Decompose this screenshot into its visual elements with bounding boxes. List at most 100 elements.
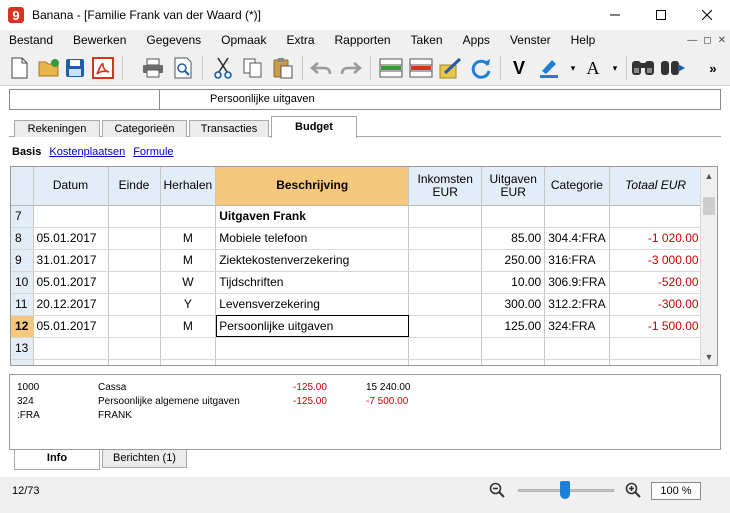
tab-transacties[interactable]: Transacties <box>189 120 269 137</box>
cell-categorie[interactable]: 316:FRA <box>544 249 610 272</box>
cell-inkomsten[interactable] <box>408 271 483 294</box>
cell-totaal[interactable] <box>609 205 703 228</box>
scroll-up-icon[interactable]: ▲ <box>701 167 717 184</box>
cell-inkomsten[interactable] <box>408 227 483 250</box>
refresh-icon[interactable] <box>468 55 494 81</box>
menu-rapporten[interactable]: Rapporten <box>325 30 401 50</box>
new-file-icon[interactable] <box>6 55 32 81</box>
cell-uitgaven[interactable]: 125.00 <box>481 315 546 338</box>
cell-uitgaven[interactable] <box>481 205 546 228</box>
cell-categorie[interactable]: 324:FRA <box>544 315 610 338</box>
cell-beschrijving[interactable] <box>215 337 410 360</box>
cell-totaal[interactable] <box>609 359 703 365</box>
cell-inkomsten[interactable] <box>408 293 483 316</box>
cell-beschrijving[interactable]: F... <box>215 359 410 365</box>
cell-categorie[interactable] <box>544 337 610 360</box>
menu-venster[interactable]: Venster <box>500 30 561 50</box>
maximize-button[interactable] <box>638 0 684 30</box>
print-icon[interactable] <box>140 55 166 81</box>
tab-info[interactable]: Info <box>14 450 100 470</box>
menu-opmaak[interactable]: Opmaak <box>211 30 276 50</box>
cell-datum[interactable] <box>33 359 109 365</box>
header-uitgaven[interactable]: Uitgaven EUR <box>481 167 546 206</box>
table-row[interactable]: 11 20.12.2017 Y Levensverzekering 300.00 312.… <box>11 293 703 316</box>
cell-totaal[interactable]: -1 500.00 <box>609 315 703 338</box>
close-button[interactable] <box>684 0 730 30</box>
menu-bewerken[interactable]: Bewerken <box>63 30 136 50</box>
cell-uitgaven[interactable] <box>481 359 546 365</box>
cell-value-field[interactable]: Persoonlijke uitgaven <box>210 93 315 105</box>
redo-icon[interactable] <box>338 55 364 81</box>
cell-uitgaven[interactable]: 85.00 <box>481 227 546 250</box>
tab-budget[interactable]: Budget <box>271 116 357 138</box>
table-row[interactable]: 10 05.01.2017 W Tijdschriften 10.00 306.9:FRA… <box>11 271 703 294</box>
replace-icon[interactable] <box>660 55 686 81</box>
cell-beschrijving[interactable]: Levensverzekering <box>215 293 410 316</box>
cell-totaal[interactable]: -3 000.00 <box>609 249 703 272</box>
cell-beschrijving[interactable]: Ziektekostenverzekering <box>215 249 410 272</box>
vertical-scrollbar[interactable]: ▲ ▼ <box>700 167 717 365</box>
cell-herhalen[interactable] <box>160 205 217 228</box>
menu-apps[interactable]: Apps <box>453 30 500 50</box>
delete-row-icon[interactable] <box>408 55 434 81</box>
header-datum[interactable]: Datum <box>33 167 109 206</box>
view-kostenplaatsen[interactable]: Kostenplaatsen <box>49 146 125 158</box>
cell-datum[interactable]: 20.12.2017 <box>33 293 109 316</box>
table-row[interactable]: 12 05.01.2017 M Persoonlijke uitgaven 125.00… <box>11 315 703 338</box>
doc-minimize-icon[interactable]: — <box>687 35 697 46</box>
zoom-in-icon[interactable] <box>624 481 642 499</box>
view-formule[interactable]: Formule <box>133 146 173 158</box>
bold-icon[interactable]: V <box>506 55 532 81</box>
menu-gegevens[interactable]: Gegevens <box>136 30 211 50</box>
cell-datum[interactable]: 05.01.2017 <box>33 271 109 294</box>
insert-row-icon[interactable] <box>378 55 404 81</box>
pdf-icon[interactable] <box>90 55 116 81</box>
cell-herhalen[interactable] <box>160 359 217 365</box>
cell-beschrijving[interactable]: Tijdschriften <box>215 271 410 294</box>
cell-datum[interactable] <box>33 337 109 360</box>
cell-beschrijving[interactable]: Uitgaven Frank <box>215 205 410 228</box>
cell-uitgaven[interactable]: 10.00 <box>481 271 546 294</box>
cell-reference-field[interactable] <box>10 90 160 109</box>
zoom-level-field[interactable]: 100 % <box>651 482 701 500</box>
cell-einde[interactable] <box>108 293 161 316</box>
cut-icon[interactable] <box>210 55 236 81</box>
search-icon[interactable] <box>630 55 656 81</box>
cell-uitgaven[interactable]: 250.00 <box>481 249 546 272</box>
cell-beschrijving[interactable]: Persoonlijke uitgaven <box>215 315 410 338</box>
cell-einde[interactable] <box>108 205 161 228</box>
highlight-icon[interactable] <box>536 55 562 81</box>
menu-help[interactable]: Help <box>561 30 606 50</box>
cell-inkomsten[interactable] <box>408 337 483 360</box>
doc-close-icon[interactable]: ✕ <box>718 35 726 46</box>
doc-restore-icon[interactable]: ◻ <box>703 35 711 46</box>
cell-totaal[interactable]: -300.00 <box>609 293 703 316</box>
cell-einde[interactable] <box>108 359 161 365</box>
view-basis[interactable]: Basis <box>12 146 41 158</box>
cell-einde[interactable] <box>108 337 161 360</box>
open-folder-icon[interactable] <box>36 55 62 81</box>
header-inkomsten[interactable]: Inkomsten EUR <box>408 167 483 206</box>
header-beschrijving[interactable]: Beschrijving <box>215 167 410 206</box>
table-row[interactable]: 8 05.01.2017 M Mobiele telefoon 85.00 304.4:F… <box>11 227 703 250</box>
cell-totaal[interactable] <box>609 337 703 360</box>
table-row[interactable]: 14 F... <box>11 359 703 365</box>
paste-icon[interactable] <box>270 55 296 81</box>
cell-datum[interactable] <box>33 205 109 228</box>
table-row[interactable]: 13 <box>11 337 703 360</box>
undo-icon[interactable] <box>308 55 334 81</box>
print-preview-icon[interactable] <box>170 55 196 81</box>
header-einde[interactable]: Einde <box>108 167 161 206</box>
cell-datum[interactable]: 05.01.2017 <box>33 315 109 338</box>
tab-rekeningen[interactable]: Rekeningen <box>14 120 100 137</box>
cell-herhalen[interactable]: Y <box>160 293 217 316</box>
minimize-button[interactable] <box>592 0 638 30</box>
cell-einde[interactable] <box>108 249 161 272</box>
cell-totaal[interactable]: -520.00 <box>609 271 703 294</box>
zoom-slider-thumb[interactable] <box>560 481 570 499</box>
cell-herhalen[interactable]: M <box>160 227 217 250</box>
scroll-thumb[interactable] <box>703 197 715 215</box>
cell-categorie[interactable]: 304.4:FRA <box>544 227 610 250</box>
cell-totaal[interactable]: -1 020.00 <box>609 227 703 250</box>
cell-categorie[interactable] <box>544 359 610 365</box>
